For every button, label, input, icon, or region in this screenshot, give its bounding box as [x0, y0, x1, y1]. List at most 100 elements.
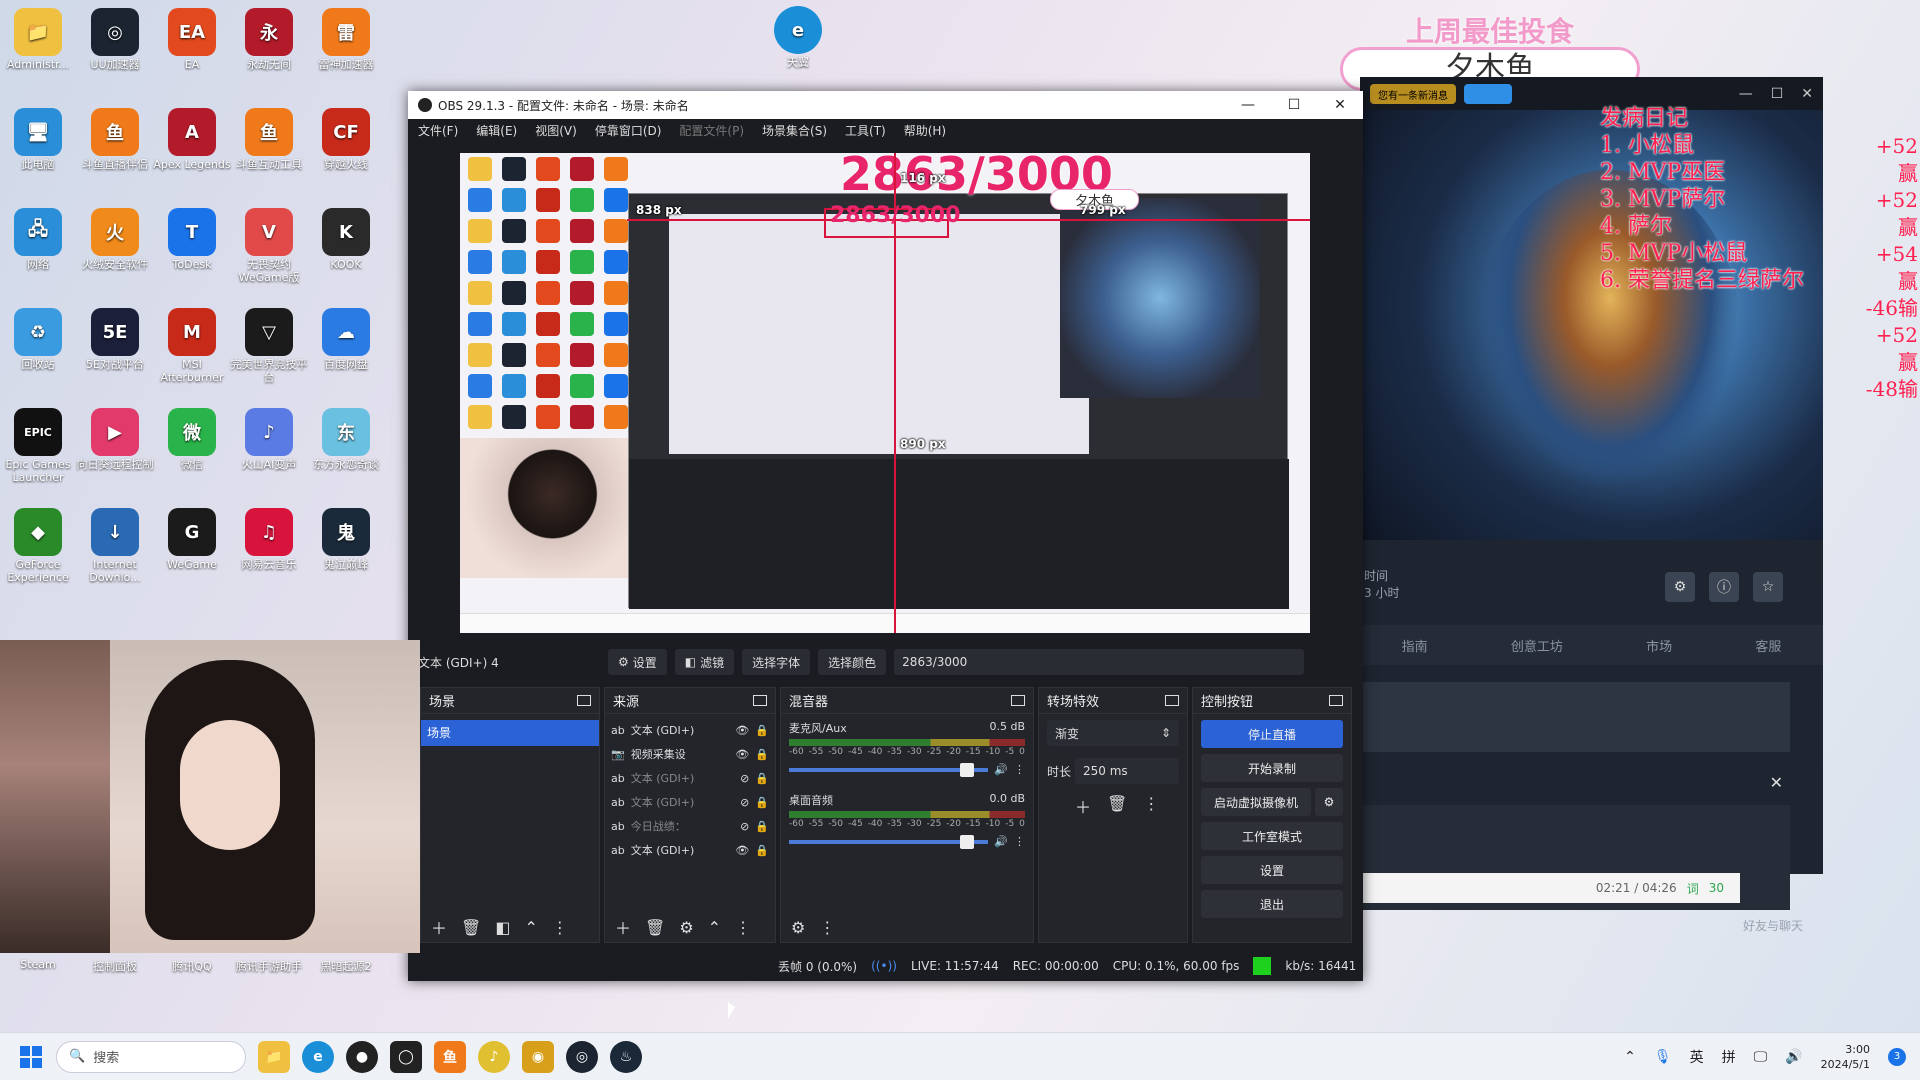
close-icon[interactable]: ✕ — [1801, 86, 1813, 102]
more-icon[interactable]: ⋮ — [552, 918, 568, 937]
network-icon[interactable]: 🖵 — [1754, 1049, 1768, 1065]
desktop-icon-label[interactable]: 腾讯QQ — [152, 958, 232, 974]
lock-icon[interactable]: 🔒 — [755, 844, 769, 857]
desktop-icon[interactable]: ◎ UU加速器 — [75, 8, 155, 71]
select-font-button[interactable]: 选择字体 — [742, 649, 811, 675]
close-icon[interactable]: ✕ — [1770, 773, 1783, 792]
desktop-icon[interactable]: 鱼斗鱼互动工具 — [229, 108, 309, 171]
desktop-icon[interactable]: 鱼斗鱼直播伴侣 — [75, 108, 155, 171]
tab-market[interactable]: 市场 — [1646, 636, 1672, 655]
tab-workshop[interactable]: 创意工坊 — [1511, 636, 1563, 655]
volume-icon[interactable]: 🔊 — [1785, 1049, 1802, 1065]
desktop-icon[interactable]: 东东方永恋奇谈 — [306, 408, 386, 471]
start-recording-button[interactable]: 开始录制 — [1201, 754, 1343, 782]
source-item[interactable]: 📷 视频采集设 👁 🔒 — [605, 742, 775, 766]
clock[interactable]: 3:00 2024/5/1 — [1821, 1042, 1870, 1072]
desktop-icon[interactable]: T ToDesk — [152, 208, 232, 271]
duration-field[interactable]: 250 ms — [1075, 758, 1179, 784]
add-icon[interactable]: ＋ — [431, 915, 447, 939]
minimize-icon[interactable]: — — [1739, 86, 1753, 102]
file-explorer-icon[interactable]: 📁 — [258, 1040, 290, 1073]
close-icon[interactable]: ✕ — [1317, 97, 1363, 113]
eye-hidden-icon[interactable]: ⊘ — [740, 772, 749, 785]
source-item[interactable]: ab 文本 (GDI+) ⊘ 🔒 — [605, 766, 775, 790]
source-item[interactable]: ab 文本 (GDI+) ⊘ 🔒 — [605, 790, 775, 814]
desktop-icon-label[interactable]: Steam — [0, 958, 78, 971]
trash-icon[interactable]: 🗑 — [645, 918, 665, 937]
obs-preview-canvas[interactable]: 2863/3000 夕木鱼 2863/3000 116 px 838 px 79… — [460, 153, 1310, 633]
more-icon[interactable]: ⋮ — [1143, 794, 1159, 818]
desktop-icon[interactable]: ▽ 完美世界竞技平台 — [229, 308, 309, 384]
lock-icon[interactable]: 🔒 — [755, 724, 769, 737]
menu-file[interactable]: 文件(F) — [418, 122, 458, 139]
menu-profile[interactable]: 配置文件(P) — [679, 122, 744, 139]
desktop-icon[interactable]: 🖥 此电脑 — [0, 108, 78, 171]
desktop-icon[interactable]: G WeGame — [152, 508, 232, 571]
trash-icon[interactable]: 🗑 — [461, 918, 481, 937]
desktop-icon[interactable]: ☁ 百度网盘 — [306, 308, 386, 371]
gear-icon[interactable]: ⚙ — [679, 918, 693, 937]
undock-icon[interactable] — [1011, 695, 1025, 706]
trash-icon[interactable]: 🗑 — [1107, 794, 1127, 818]
windows-start-icon[interactable] — [20, 1045, 42, 1068]
desktop-icon[interactable]: ◆ GeForce Experience — [0, 508, 78, 584]
star-icon[interactable]: ☆ — [1753, 572, 1783, 602]
undock-icon[interactable] — [1165, 695, 1179, 706]
gear-icon[interactable]: ⚙ — [1665, 572, 1695, 602]
desktop-icon[interactable]: 📁 Administr... — [0, 8, 78, 71]
notification-badge[interactable]: 3 — [1888, 1047, 1906, 1066]
volume-slider-handle[interactable] — [960, 762, 975, 777]
desktop-icon[interactable]: 🖧 网络 — [0, 208, 78, 271]
more-icon[interactable]: ⋮ — [1014, 835, 1025, 848]
stop-streaming-button[interactable]: 停止直播 — [1201, 720, 1343, 748]
desktop-icon-label[interactable]: 黑暗起源2 — [306, 958, 386, 974]
eye-icon[interactable]: 👁 — [735, 748, 749, 761]
desktop-icon[interactable]: 雷雷神加速器 — [306, 8, 386, 71]
menu-edit[interactable]: 编辑(E) — [476, 122, 517, 139]
uu-accelerator-icon[interactable]: ◎ — [566, 1040, 598, 1073]
settings-button[interactable]: 设置 — [1201, 856, 1343, 884]
desktop-icon[interactable]: K KOOK — [306, 208, 386, 271]
desktop-icon[interactable]: 火火绒安全软件 — [75, 208, 155, 271]
eye-icon[interactable]: 👁 — [735, 844, 749, 857]
studio-mode-button[interactable]: 工作室模式 — [1201, 822, 1343, 850]
gear-icon[interactable]: ⚙ — [791, 918, 805, 937]
lock-icon[interactable]: 🔒 — [755, 796, 769, 809]
desktop-icon[interactable]: A Apex Legends — [152, 108, 232, 171]
launcher-window-buttons[interactable]: — ☐ ✕ — [1739, 86, 1813, 102]
speaker-icon[interactable]: 🔊 — [994, 835, 1008, 848]
context-filters-button[interactable]: ◧ 滤镜 — [674, 649, 735, 675]
exit-button[interactable]: 退出 — [1201, 890, 1343, 918]
friends-chat-button[interactable]: 好友与聊天 — [1743, 917, 1803, 934]
comment-count[interactable]: 30 — [1709, 881, 1724, 895]
menu-help[interactable]: 帮助(H) — [904, 122, 946, 139]
menu-docks[interactable]: 停靠窗口(D) — [595, 122, 662, 139]
steam-icon[interactable]: ♨ — [610, 1040, 642, 1073]
more-icon[interactable]: ⋮ — [735, 918, 751, 937]
desktop-icon[interactable]: 微微信 — [152, 408, 232, 471]
maximize-icon[interactable]: ☐ — [1271, 97, 1317, 113]
speaker-icon[interactable]: 🔊 — [994, 763, 1008, 776]
desktop-icon[interactable]: 永永劫无间 — [229, 8, 309, 71]
minimize-icon[interactable]: — — [1225, 97, 1271, 113]
microphone-icon[interactable]: 🎙 — [1654, 1049, 1672, 1065]
lyric-icon[interactable]: 词 — [1687, 880, 1699, 897]
launcher-megaphone-button[interactable] — [1464, 83, 1512, 104]
chevron-up-icon[interactable]: ⌃ — [1624, 1049, 1636, 1065]
eye-hidden-icon[interactable]: ⊘ — [740, 820, 749, 833]
chevron-up-icon[interactable]: ⌃ — [524, 918, 537, 937]
eye-icon[interactable]: 👁 — [735, 724, 749, 737]
add-icon[interactable]: ＋ — [615, 915, 631, 939]
start-virtual-camera-button[interactable]: 启动虚拟摄像机 — [1201, 788, 1311, 816]
desktop-icon[interactable]: EA EA — [152, 8, 232, 71]
menu-view[interactable]: 视图(V) — [535, 122, 577, 139]
edge-icon[interactable]: e — [302, 1040, 334, 1073]
desktop-icon-label[interactable]: 控制面板 — [75, 958, 155, 974]
lock-icon[interactable]: 🔒 — [755, 772, 769, 785]
scene-item[interactable]: 场景 — [421, 720, 599, 746]
source-item[interactable]: ab 文本 (GDI+) 👁 🔒 — [605, 838, 775, 862]
source-item[interactable]: ab 文本 (GDI+) 👁 🔒 — [605, 718, 775, 742]
tab-guide[interactable]: 指南 — [1402, 636, 1428, 655]
desktop-icon[interactable]: ♪ 火山AI变声 — [229, 408, 309, 471]
desktop-icon[interactable]: ♫ 网易云音乐 — [229, 508, 309, 571]
